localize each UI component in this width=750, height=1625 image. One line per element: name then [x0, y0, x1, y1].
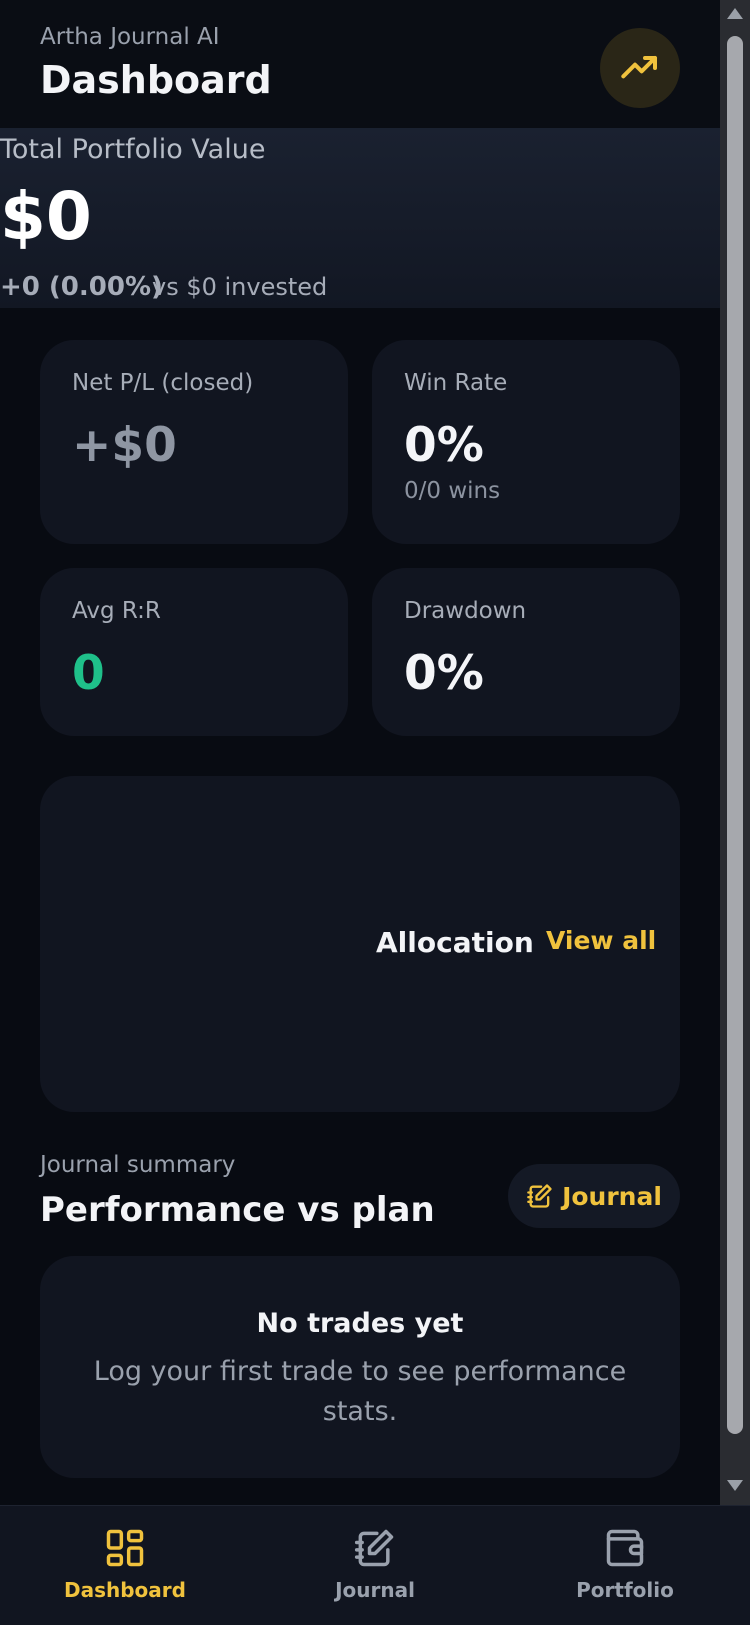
empty-state-card: No trades yet Log your first trade to se…	[40, 1256, 680, 1478]
trend-button[interactable]	[600, 28, 680, 108]
portfolio-change: +0 (0.00%)	[0, 272, 163, 302]
portfolio-summary: Total Portfolio Value $0 +0 (0.00%) vs $…	[0, 128, 720, 308]
stat-value: +$0	[72, 418, 177, 473]
allocation-card: Allocation View all	[40, 776, 680, 1112]
stat-card-avg-rr: Avg R:R 0	[40, 568, 348, 736]
stat-card-net-pl: Net P/L (closed) +$0	[40, 340, 348, 544]
empty-state-text: Log your first trade to see performance …	[93, 1356, 627, 1427]
nav-label: Journal	[335, 1578, 415, 1602]
nav-item-portfolio[interactable]: Portfolio	[525, 1526, 725, 1602]
journal-summary-label: Journal summary	[40, 1152, 236, 1178]
nav-item-dashboard[interactable]: Dashboard	[25, 1526, 225, 1602]
bottom-nav: Dashboard Journal Portfolio	[0, 1505, 750, 1625]
portfolio-label: Total Portfolio Value	[0, 134, 266, 165]
stat-label: Drawdown	[404, 598, 527, 624]
stat-value: 0	[72, 646, 105, 701]
stat-value: 0%	[404, 646, 484, 701]
header: Artha Journal AI Dashboard	[0, 0, 720, 128]
stat-label: Net P/L (closed)	[72, 370, 254, 396]
scrollbar[interactable]	[720, 0, 750, 1505]
view-all-link[interactable]: View all	[546, 926, 656, 955]
scroll-up-arrow-icon[interactable]	[727, 8, 743, 19]
portfolio-invested: vs $0 invested	[152, 273, 328, 301]
trending-up-icon	[621, 56, 657, 79]
nav-label: Portfolio	[576, 1578, 674, 1602]
stat-label: Avg R:R	[72, 598, 161, 624]
allocation-title: Allocation	[376, 926, 534, 959]
nav-label: Dashboard	[64, 1578, 186, 1602]
stat-card-drawdown: Drawdown 0%	[372, 568, 680, 736]
app-name: Artha Journal AI	[40, 24, 220, 50]
scroll-down-arrow-icon[interactable]	[727, 1480, 743, 1491]
stat-card-win-rate: Win Rate 0% 0/0 wins	[372, 340, 680, 544]
edit-notebook-icon	[527, 1184, 552, 1208]
journal-button-label: Journal	[562, 1181, 662, 1211]
journal-notebook-icon	[354, 1529, 394, 1567]
scrollbar-thumb[interactable]	[727, 36, 743, 1434]
page-title: Dashboard	[40, 58, 272, 102]
journal-button[interactable]: Journal	[508, 1164, 680, 1228]
dashboard-grid-icon	[106, 1529, 144, 1567]
stat-sub: 0/0 wins	[404, 478, 501, 504]
wallet-icon	[606, 1529, 644, 1567]
journal-summary-title: Performance vs plan	[40, 1190, 435, 1230]
app-scroll-area[interactable]: Artha Journal AI Dashboard Total Portfol…	[0, 0, 720, 1505]
stat-value: 0%	[404, 418, 484, 473]
stat-label: Win Rate	[404, 370, 508, 396]
nav-item-journal[interactable]: Journal	[275, 1526, 475, 1602]
portfolio-value: $0	[0, 178, 92, 255]
empty-state-title: No trades yet	[256, 1308, 464, 1339]
